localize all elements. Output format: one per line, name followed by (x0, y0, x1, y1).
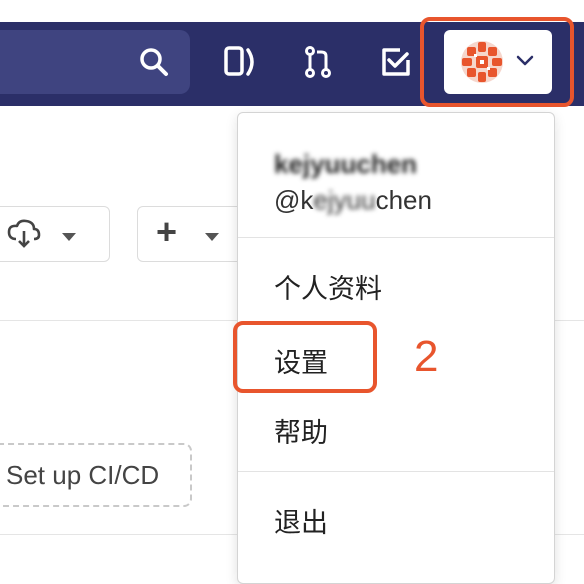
cloud-download-icon (7, 219, 41, 254)
search-icon[interactable] (138, 46, 170, 78)
plus-icon: + (156, 211, 178, 252)
search-field[interactable] (0, 30, 190, 94)
user-handle: @kejyuuchen (274, 185, 432, 216)
menu-item-help[interactable]: 帮助 (274, 411, 328, 450)
annotation-number-2: 2 (414, 332, 439, 381)
user-handle-obscured: ejyuu (313, 185, 376, 215)
issues-board-icon[interactable] (222, 42, 258, 82)
annotation-box-1 (420, 17, 574, 107)
chevron-down-icon (61, 229, 77, 247)
user-handle-prefix: @k (274, 185, 314, 215)
merge-request-icon[interactable] (300, 42, 336, 82)
chevron-down-icon (204, 229, 220, 247)
menu-item-sign-out[interactable]: 退出 (274, 501, 328, 540)
user-display-name: kejyuuchen (274, 149, 418, 179)
setup-cicd-button[interactable]: Set up CI/CD (0, 443, 192, 507)
annotation-box-2 (233, 321, 377, 393)
download-dropdown-button[interactable] (0, 206, 110, 262)
menu-divider (238, 237, 554, 238)
menu-item-profile[interactable]: 个人资料 (274, 267, 382, 306)
todo-check-icon[interactable] (378, 42, 414, 82)
setup-cicd-label: Set up CI/CD (6, 460, 160, 490)
user-handle-suffix: chen (375, 185, 432, 215)
menu-divider (238, 471, 554, 472)
